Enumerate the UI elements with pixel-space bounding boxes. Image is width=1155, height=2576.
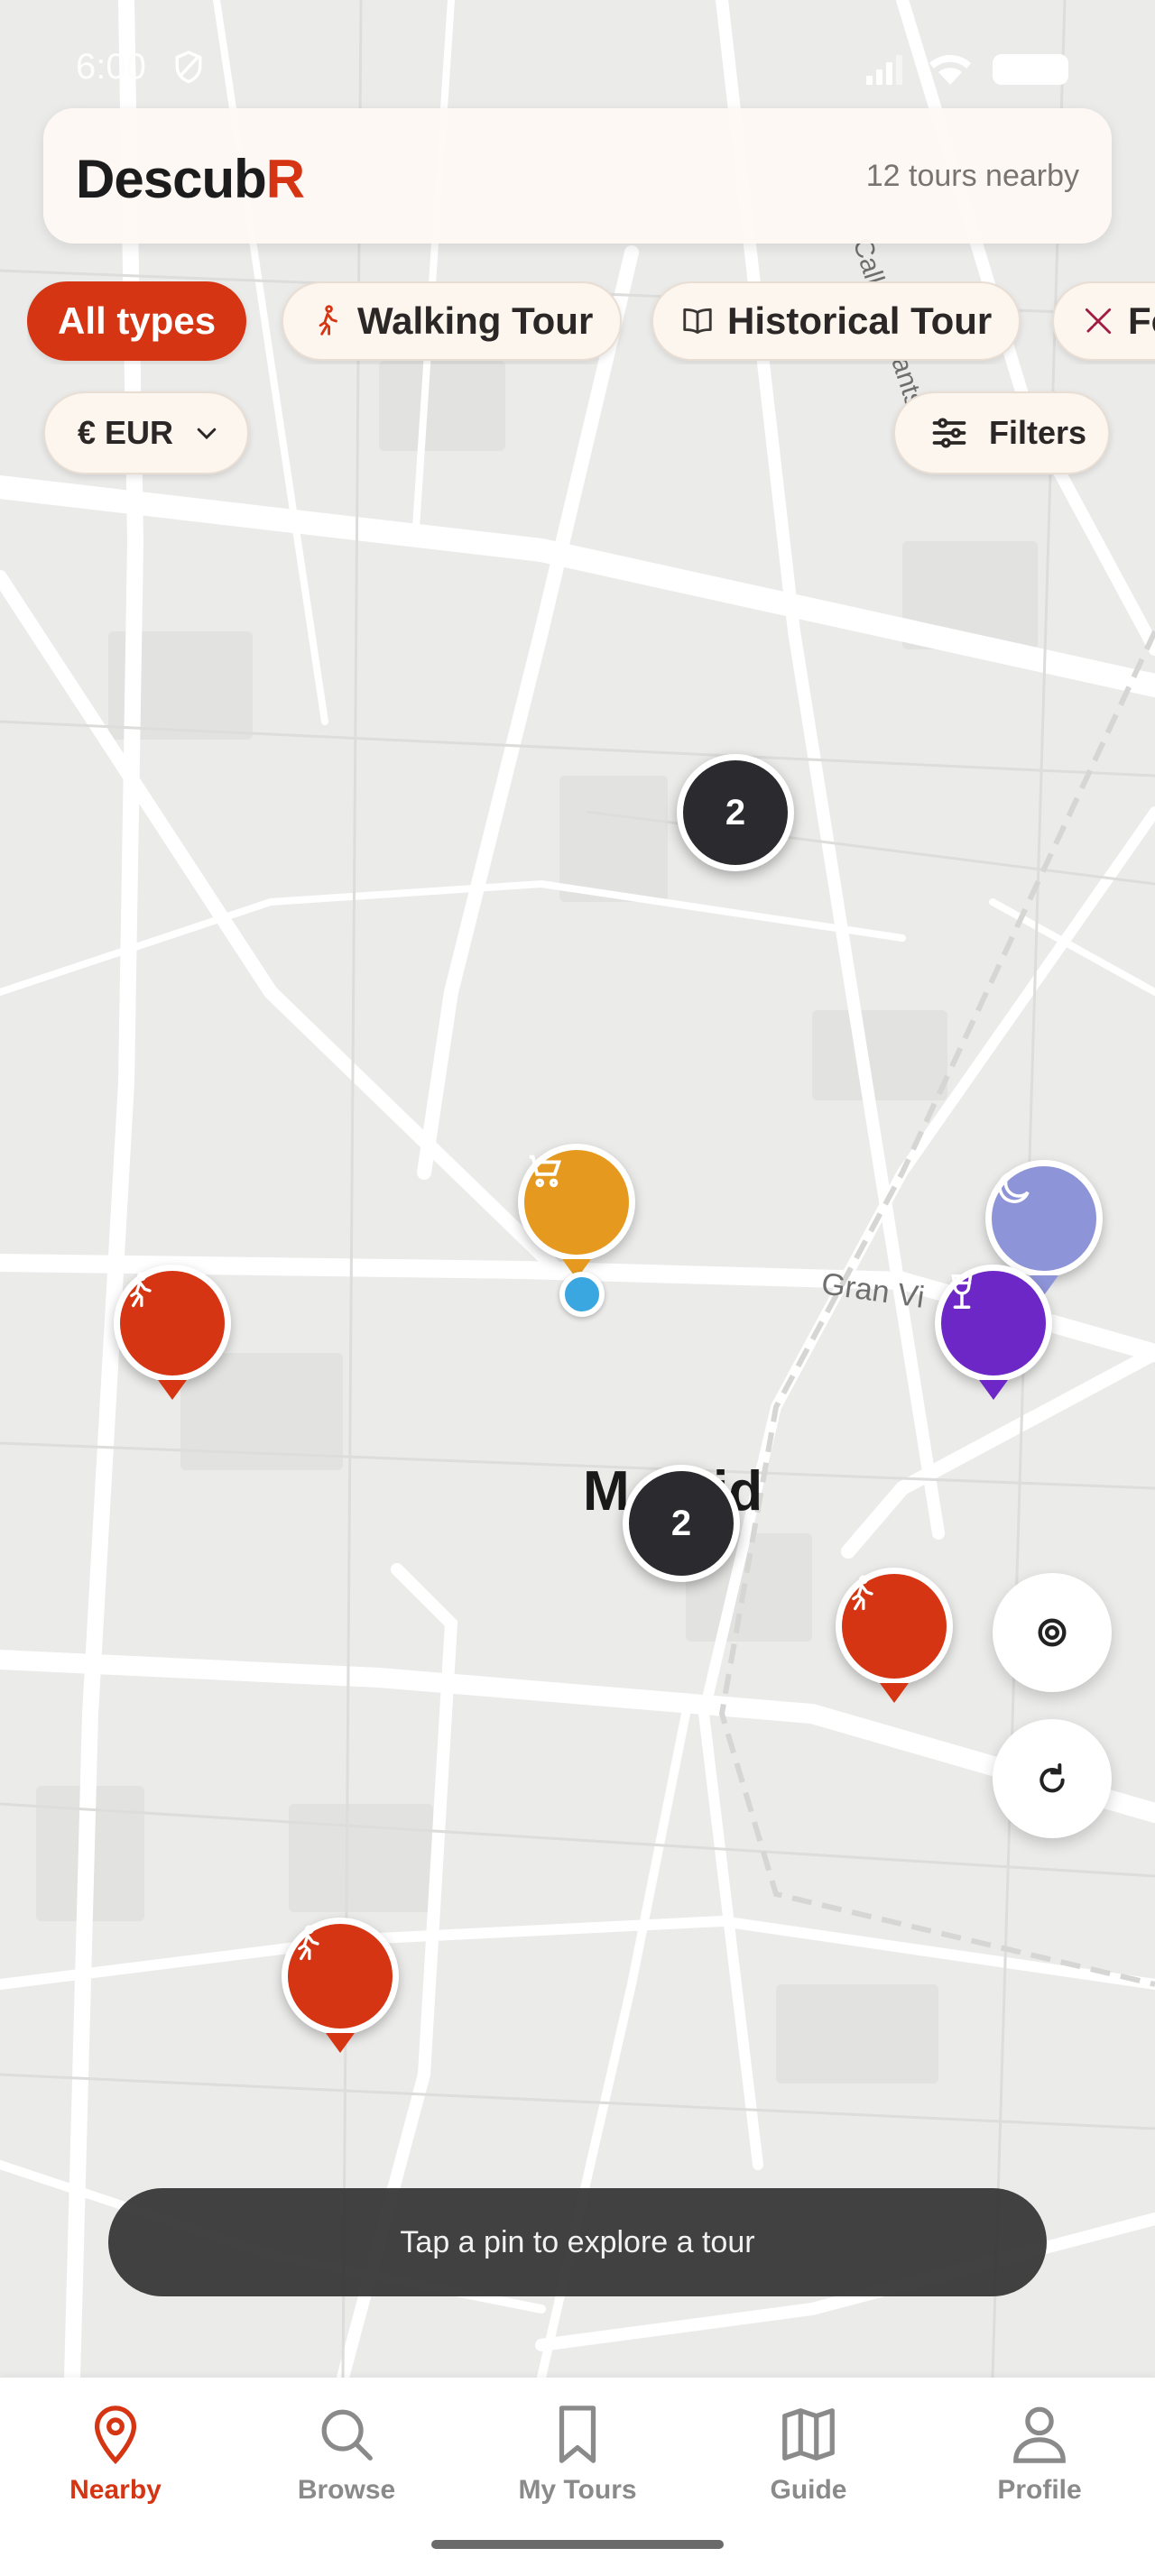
nav-item-my-tours[interactable]: My Tours [487,2403,668,2520]
nav-item-profile[interactable]: Profile [949,2403,1130,2520]
brand-logo: DescubR [76,148,305,210]
pin-disc [836,1568,953,1685]
cluster-marker[interactable]: 2 [623,1465,740,1582]
moon-icon [998,1172,1030,1203]
pin-disc [518,1144,635,1261]
refresh-icon [1040,1763,1065,1793]
chevron-down-icon [197,428,217,440]
tour-pin-walking[interactable] [836,1568,953,1712]
tour-type-chips: All types Walking Tour Historical Tour F… [27,281,1155,364]
map-icon [782,2408,835,2461]
pin-tail [326,2033,355,2053]
nav-label: Guide [770,2475,847,2505]
pin-disc [935,1265,1052,1382]
cart-icon [529,1155,562,1188]
walking-icon [298,1925,319,1961]
pin-tail [158,1380,187,1400]
brand-text: Descub [76,149,267,209]
chip-historical-tour[interactable]: Historical Tour [651,281,1021,361]
nav-label: Profile [997,2475,1082,2505]
wine-glass-icon [951,1274,973,1309]
chip-food-tour[interactable]: Fo [1052,281,1155,361]
nearby-tour-count: 12 tours nearby [865,159,1079,193]
tour-pin-shopping[interactable] [518,1144,635,1288]
status-icons [866,54,1068,85]
currency-selector[interactable]: € EUR [43,391,249,474]
chip-walking-tour[interactable]: Walking Tour [282,281,623,361]
pin-tail [979,1380,1008,1400]
walking-icon [130,1272,152,1308]
signal-icon [866,55,902,85]
pin-tail [880,1683,909,1703]
nav-item-guide[interactable]: Guide [718,2403,899,2520]
location-pin-icon [94,2406,137,2465]
hint-toast: Tap a pin to explore a tour [108,2188,1047,2296]
chip-label: All types [58,299,217,342]
person-icon [1013,2406,1066,2463]
walking-icon [319,305,337,336]
target-icon [1038,1618,1067,1647]
nav-label: My Tours [518,2475,637,2505]
brand-accent: R [265,149,305,209]
nav-label: Nearby [69,2475,162,2505]
currency-label: € EUR [78,414,174,451]
chip-all-types[interactable]: All types [27,281,247,361]
tour-pin-walking[interactable] [114,1265,231,1409]
chip-label: Historical Tour [727,299,993,342]
app-header: DescubR 12 tours nearby [43,108,1112,244]
nav-item-browse[interactable]: Browse [256,2403,437,2520]
tour-pin-walking[interactable] [282,1918,399,2062]
nav-item-nearby[interactable]: Nearby [25,2403,206,2520]
refresh-button[interactable] [993,1719,1112,1838]
status-time: 6:00 [76,47,146,87]
sliders-icon [932,418,966,448]
pin-disc [985,1160,1103,1277]
pin-disc [114,1265,231,1382]
nav-label: Browse [297,2475,396,2505]
book-icon [683,308,712,335]
bookmark-icon [559,2406,596,2463]
search-icon [321,2409,373,2461]
filters-button[interactable]: Filters [893,391,1110,474]
walking-icon [852,1575,873,1611]
user-location-dot [559,1272,605,1317]
pin-disc [282,1918,399,2035]
home-indicator [431,2540,724,2549]
shield-icon [175,51,202,84]
chip-label: Fo [1128,299,1155,342]
wifi-icon [929,55,971,85]
filters-label: Filters [989,414,1087,451]
recenter-location-button[interactable] [993,1573,1112,1692]
battery-icon [993,54,1068,85]
utensils-icon [1085,308,1112,335]
tour-pin-wine[interactable] [935,1265,1052,1409]
chip-label: Walking Tour [357,299,594,342]
cluster-marker[interactable]: 2 [677,754,794,871]
